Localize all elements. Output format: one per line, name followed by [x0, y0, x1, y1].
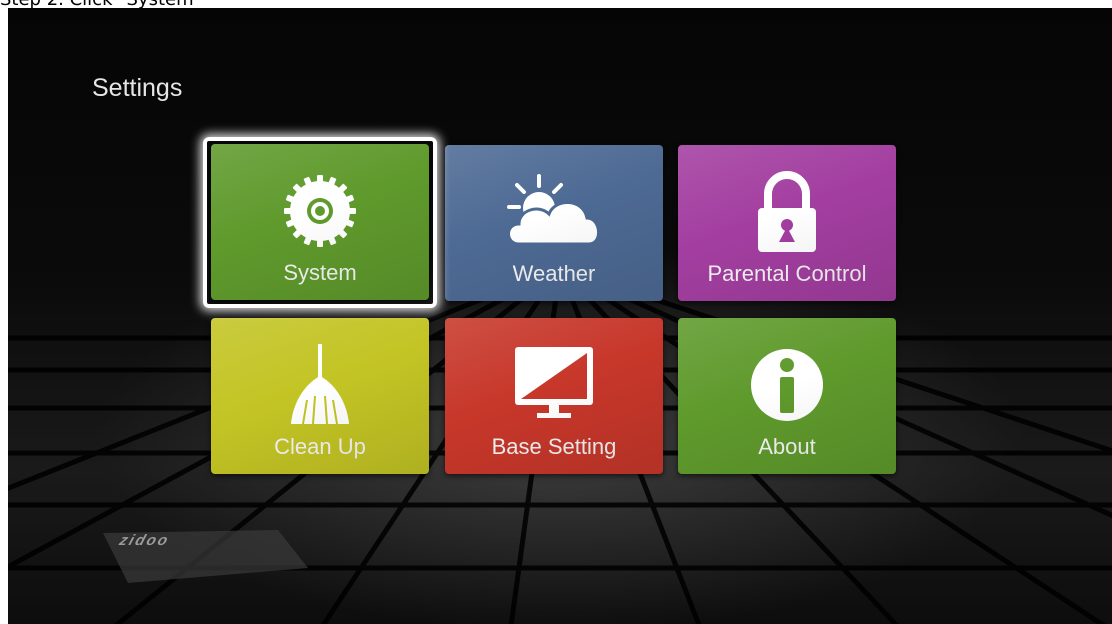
parental-control-tile[interactable]: Parental Control [678, 145, 896, 301]
about-tile[interactable]: About [678, 318, 896, 474]
monitor-icon [445, 340, 663, 430]
weather-icon [445, 167, 663, 257]
info-icon [678, 340, 896, 430]
weather-tile[interactable]: Weather [445, 145, 663, 301]
gear-icon [211, 166, 429, 256]
weather-label: Weather [512, 261, 596, 286]
lock-icon [678, 167, 896, 257]
base-setting-label: Base Setting [491, 434, 617, 459]
page-title: Settings [92, 74, 183, 102]
system-tile[interactable]: System [211, 144, 429, 300]
parental-control-label: Parental Control [707, 261, 867, 286]
clean-up-tile[interactable]: Clean Up [211, 318, 429, 474]
tv-screen: Settings zidoo [8, 8, 1112, 624]
brand-logo: zidoo [117, 532, 172, 549]
clean-up-label: Clean Up [274, 434, 366, 459]
system-label: System [283, 260, 357, 285]
broom-icon [211, 340, 429, 430]
about-label: About [758, 434, 816, 459]
base-setting-tile[interactable]: Base Setting [445, 318, 663, 474]
step-caption: Step 2. Click "System" [0, 0, 1112, 8]
